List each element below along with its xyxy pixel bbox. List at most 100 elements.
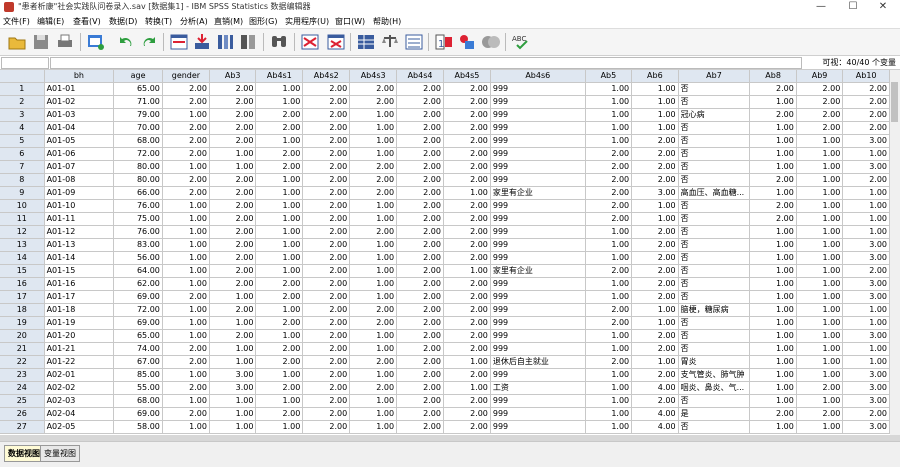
data-cell[interactable]: 2.00 xyxy=(585,186,633,200)
show-all-icon[interactable] xyxy=(481,32,501,52)
row-number-header[interactable]: 18 xyxy=(0,303,45,317)
column-header[interactable]: Ab6 xyxy=(631,70,679,83)
row-number-header[interactable]: 1 xyxy=(0,82,45,96)
data-cell[interactable]: 2.00 xyxy=(255,316,304,330)
data-cell[interactable]: 2.00 xyxy=(631,277,679,291)
data-cell[interactable]: 工资 xyxy=(490,381,586,395)
data-cell[interactable]: 999 xyxy=(490,121,586,135)
column-header[interactable]: Ab5 xyxy=(585,70,633,83)
data-cell[interactable]: A01-05 xyxy=(44,134,115,148)
menu-analyze[interactable]: 分析(A) xyxy=(180,16,208,27)
data-cell[interactable]: 2.00 xyxy=(396,290,444,304)
data-cell[interactable]: 2.00 xyxy=(631,394,679,408)
data-cell[interactable]: 1.00 xyxy=(796,290,844,304)
data-cell[interactable]: 否 xyxy=(678,212,751,226)
data-cell[interactable]: 3.00 xyxy=(842,368,890,382)
data-cell[interactable]: 2.00 xyxy=(162,95,210,109)
data-cell[interactable]: 2.00 xyxy=(162,173,210,187)
data-cell[interactable]: 2.00 xyxy=(585,303,633,317)
data-cell[interactable]: 2.00 xyxy=(749,212,797,226)
data-cell[interactable]: 1.00 xyxy=(443,264,491,278)
row-number-header[interactable]: 13 xyxy=(0,238,45,252)
data-cell[interactable]: 冠心病 xyxy=(678,108,751,122)
goto-case-icon[interactable] xyxy=(169,32,189,52)
data-cell[interactable]: 否 xyxy=(678,394,751,408)
data-cell[interactable]: 1.00 xyxy=(162,329,210,343)
data-cell[interactable]: 2.00 xyxy=(302,329,351,343)
data-cell[interactable]: 1.00 xyxy=(796,238,844,252)
data-grid[interactable]: bh age gender Ab3 Ab4s1 Ab4s2 Ab4s3 Ab4s4 Ab4s5 A… xyxy=(0,70,890,435)
data-cell[interactable]: 1.00 xyxy=(349,407,398,421)
data-cell[interactable]: 2.00 xyxy=(585,212,633,226)
data-cell[interactable]: 2.00 xyxy=(209,186,257,200)
data-cell[interactable]: 2.00 xyxy=(209,303,257,317)
data-cell[interactable]: 1.00 xyxy=(749,381,797,395)
data-cell[interactable]: 2.00 xyxy=(302,420,351,434)
row-number-header[interactable]: 16 xyxy=(0,277,45,291)
data-cell[interactable]: 2.00 xyxy=(302,238,351,252)
data-cell[interactable]: 1.00 xyxy=(255,329,304,343)
data-cell[interactable]: 71.00 xyxy=(113,95,163,109)
data-cell[interactable]: 1.00 xyxy=(749,342,797,356)
data-cell[interactable]: 1.00 xyxy=(749,186,797,200)
data-cell[interactable]: 2.00 xyxy=(631,264,679,278)
scrollbar-thumb[interactable] xyxy=(891,82,898,122)
data-cell[interactable]: 1.00 xyxy=(162,264,210,278)
data-cell[interactable]: 2.00 xyxy=(396,95,444,109)
row-number-header[interactable]: 23 xyxy=(0,368,45,382)
data-cell[interactable]: 2.00 xyxy=(396,186,444,200)
row-number-header[interactable]: 7 xyxy=(0,160,45,174)
data-cell[interactable]: 999 xyxy=(490,394,586,408)
data-cell[interactable]: 2.00 xyxy=(396,316,444,330)
data-cell[interactable]: 2.00 xyxy=(396,277,444,291)
data-cell[interactable]: 2.00 xyxy=(162,121,210,135)
data-cell[interactable]: 3.00 xyxy=(842,134,890,148)
data-cell[interactable]: 1.00 xyxy=(842,303,890,317)
data-cell[interactable]: 2.00 xyxy=(631,342,679,356)
data-cell[interactable]: 2.00 xyxy=(749,108,797,122)
data-cell[interactable]: 2.00 xyxy=(631,368,679,382)
save-icon[interactable] xyxy=(31,32,51,52)
data-cell[interactable]: 2.00 xyxy=(443,199,491,213)
data-cell[interactable]: 否 xyxy=(678,264,751,278)
data-cell[interactable]: 2.00 xyxy=(396,342,444,356)
data-cell[interactable]: 2.00 xyxy=(302,342,351,356)
data-cell[interactable]: A01-04 xyxy=(44,121,115,135)
data-cell[interactable]: 1.00 xyxy=(255,394,304,408)
column-header[interactable]: gender xyxy=(162,70,210,83)
data-cell[interactable]: 2.00 xyxy=(349,355,398,369)
data-cell[interactable]: 2.00 xyxy=(255,277,304,291)
row-number-header[interactable]: 5 xyxy=(0,134,45,148)
data-cell[interactable]: 65.00 xyxy=(113,329,163,343)
data-cell[interactable]: 65.00 xyxy=(113,82,163,96)
data-cell[interactable]: 2.00 xyxy=(302,121,351,135)
data-cell[interactable]: 1.00 xyxy=(255,173,304,187)
data-cell[interactable]: A01-01 xyxy=(44,82,115,96)
data-cell[interactable]: 2.00 xyxy=(162,82,210,96)
menu-help[interactable]: 帮助(H) xyxy=(373,16,401,27)
data-cell[interactable]: 否 xyxy=(678,420,751,434)
data-cell[interactable]: 2.00 xyxy=(443,212,491,226)
data-cell[interactable]: 1.00 xyxy=(749,303,797,317)
data-cell[interactable]: A01-22 xyxy=(44,355,115,369)
data-cell[interactable]: 2.00 xyxy=(209,121,257,135)
minimize-button[interactable]: — xyxy=(806,0,836,14)
data-cell[interactable]: 否 xyxy=(678,329,751,343)
data-cell[interactable]: 2.00 xyxy=(443,238,491,252)
data-cell[interactable]: 1.00 xyxy=(585,225,633,239)
row-number-header[interactable]: 27 xyxy=(0,420,45,434)
data-cell[interactable]: 2.00 xyxy=(302,82,351,96)
data-cell[interactable]: 76.00 xyxy=(113,199,163,213)
data-cell[interactable]: 1.00 xyxy=(842,186,890,200)
data-cell[interactable]: 2.00 xyxy=(209,212,257,226)
data-cell[interactable]: 1.00 xyxy=(796,173,844,187)
data-cell[interactable]: 999 xyxy=(490,407,586,421)
data-cell[interactable]: 1.00 xyxy=(585,342,633,356)
data-cell[interactable]: 2.00 xyxy=(631,290,679,304)
data-cell[interactable]: 1.00 xyxy=(585,368,633,382)
data-cell[interactable]: A01-03 xyxy=(44,108,115,122)
data-cell[interactable]: 1.00 xyxy=(796,420,844,434)
data-cell[interactable]: 1.00 xyxy=(796,147,844,161)
data-cell[interactable]: 否 xyxy=(678,95,751,109)
menu-data[interactable]: 数据(D) xyxy=(109,16,137,27)
